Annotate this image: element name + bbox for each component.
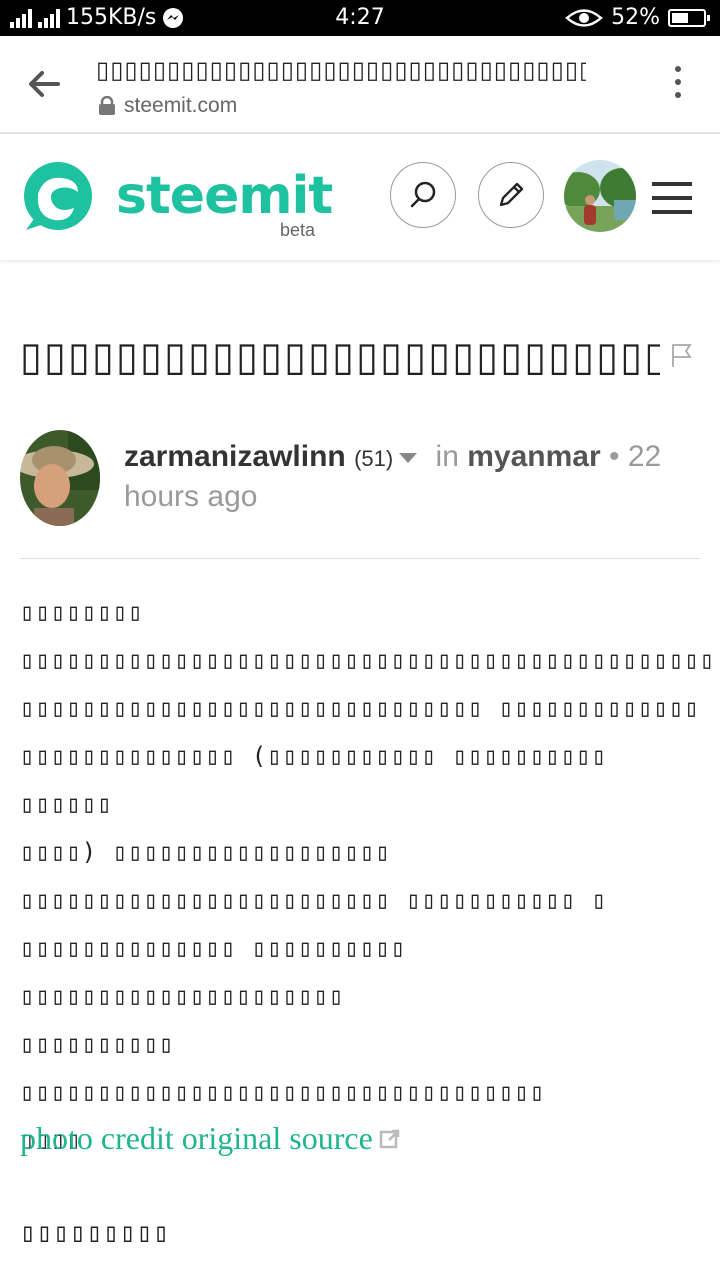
chevron-down-icon[interactable]: [399, 453, 418, 464]
beta-label: beta: [280, 220, 316, 240]
divider: [20, 558, 700, 559]
battery-fill: [672, 12, 688, 23]
status-right: 52%: [565, 5, 710, 30]
body-line: ▯▯▯▯▯▯▯▯▯▯▯▯▯▯ ▯▯▯▯▯▯▯▯▯▯ ▯▯▯▯▯▯▯▯▯▯▯▯▯▯…: [20, 934, 407, 1010]
search-icon: [410, 181, 436, 208]
status-bar: 155KB/s 4:27 52%: [0, 0, 720, 36]
logo-text[interactable]: steemit: [116, 166, 333, 226]
more-vertical-icon[interactable]: [672, 66, 684, 102]
site-header: steemit beta: [0, 134, 720, 260]
browser-toolbar: ▯▯▯▯▯▯▯▯▯▯▯▯▯▯▯▯▯▯▯▯▯▯▯▯▯▯▯▯▯▯▯▯▯▯▯▯▯▯▯▯…: [0, 36, 720, 134]
author-reputation: (51): [354, 446, 394, 471]
meta-separator: •: [608, 440, 620, 473]
author-name[interactable]: zarmanizawlinn: [124, 440, 346, 473]
domain-text: steemit.com: [124, 94, 238, 117]
arrow-left-icon: [29, 71, 60, 97]
post-signature: ▯▯▯▯▯▯▯▯▯: [20, 1218, 170, 1248]
body-line: ▯▯▯▯▯▯▯▯▯▯▯▯▯▯▯▯▯▯▯▯▯▯▯▯▯▯▯▯▯▯▯▯▯▯▯▯▯▯▯▯…: [20, 646, 716, 674]
post-body: ▯▯▯▯▯▯▯▯ ▯▯▯▯▯▯▯▯▯▯▯▯▯▯▯▯▯▯▯▯▯▯▯▯▯▯▯▯▯▯▯…: [20, 588, 716, 1164]
post-meta: zarmanizawlinn (51) in myanmar • 22 hour…: [124, 438, 694, 516]
back-button[interactable]: [24, 64, 72, 104]
flag-icon: [672, 344, 692, 367]
body-line: ▯▯▯▯▯▯▯▯▯▯▯▯▯▯▯▯▯▯▯▯▯▯▯▯▯▯▯▯▯▯ ▯▯▯▯▯▯▯▯▯…: [20, 694, 700, 722]
body-line: ▯▯▯▯▯▯▯▯▯▯ ▯▯▯▯▯▯▯▯▯▯▯▯▯▯▯▯▯▯▯▯▯▯▯▯▯▯▯▯▯…: [20, 1030, 546, 1106]
search-button[interactable]: [390, 162, 456, 228]
body-line: ▯▯▯▯▯▯▯▯▯▯▯▯▯▯ (▯▯▯▯▯▯▯▯▯▯▯ ▯▯▯▯▯▯▯▯▯▯ ▯…: [20, 742, 608, 818]
lock-icon: [99, 96, 115, 115]
flag-button[interactable]: [670, 342, 694, 373]
battery-percent: 52%: [611, 5, 660, 30]
author-avatar[interactable]: [20, 430, 100, 526]
in-label: in: [435, 440, 459, 473]
body-line: ▯▯▯▯▯▯▯▯▯▯▯▯▯▯▯▯▯▯▯▯▯▯▯▯ ▯▯▯▯▯▯▯▯▯▯▯ ▯: [20, 886, 608, 914]
pencil-icon: [499, 182, 524, 207]
battery-icon: [668, 8, 710, 27]
hamburger-icon[interactable]: [652, 182, 692, 224]
steemit-logo-icon[interactable]: [18, 158, 98, 243]
page-title-bar[interactable]: ▯▯▯▯▯▯▯▯▯▯▯▯▯▯▯▯▯▯▯▯▯▯▯▯▯▯▯▯▯▯▯▯▯▯▯▯▯▯▯▯…: [96, 56, 586, 85]
post-title: ▯▯▯▯▯▯▯▯▯▯▯▯▯▯▯▯▯▯▯▯▯▯▯▯▯▯▯▯▯: [20, 334, 660, 380]
url-domain[interactable]: steemit.com: [98, 94, 237, 118]
user-avatar[interactable]: [564, 160, 636, 232]
photo-credit-text: photo credit original source: [20, 1120, 373, 1156]
eye-icon: [565, 8, 603, 27]
external-link-icon: [379, 1129, 400, 1148]
category-link[interactable]: myanmar: [467, 440, 600, 473]
body-line: ▯▯▯▯▯▯▯▯: [20, 598, 144, 626]
photo-credit-link[interactable]: photo credit original source: [20, 1120, 401, 1157]
body-line: ▯▯▯▯) ▯▯▯▯▯▯▯▯▯▯▯▯▯▯▯▯▯▯: [20, 838, 391, 866]
compose-button[interactable]: [478, 162, 544, 228]
